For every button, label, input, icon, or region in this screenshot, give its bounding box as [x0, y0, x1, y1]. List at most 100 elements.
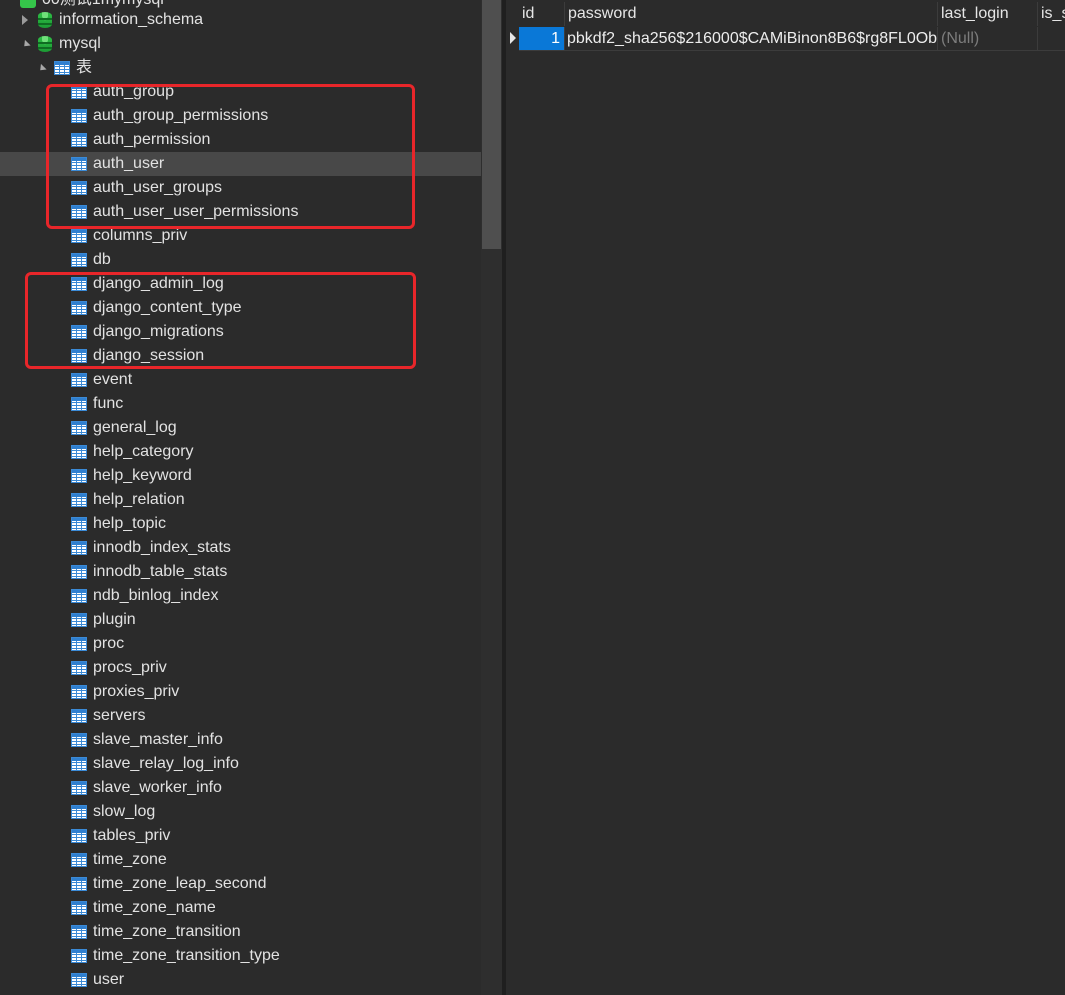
tree-table-django-migrations[interactable]: django_migrations	[0, 320, 481, 344]
tree-table-procs-priv[interactable]: procs_priv	[0, 656, 481, 680]
tree-table-slave-worker-info[interactable]: slave_worker_info	[0, 776, 481, 800]
table-label: help_relation	[93, 491, 185, 508]
table-label: django_content_type	[93, 299, 242, 316]
tree-table-innodb-index-stats[interactable]: innodb_index_stats	[0, 536, 481, 560]
table-icon	[71, 109, 87, 123]
table-label: time_zone_transition	[93, 923, 241, 940]
column-header-password[interactable]: password	[565, 2, 938, 26]
tree-table-servers[interactable]: servers	[0, 704, 481, 728]
tree-table-auth-permission[interactable]: auth_permission	[0, 128, 481, 152]
table-icon	[71, 301, 87, 315]
table-icon	[71, 853, 87, 867]
table-label: general_log	[93, 419, 177, 436]
tree-scrollbar[interactable]	[481, 0, 502, 995]
tree-table-tables-priv[interactable]: tables_priv	[0, 824, 481, 848]
table-label: auth_user	[93, 155, 165, 172]
tree-tables-group[interactable]: 表	[0, 56, 481, 80]
tree-table-slave-master-info[interactable]: slave_master_info	[0, 728, 481, 752]
expand-arrow-icon[interactable]	[22, 15, 28, 25]
database-icon	[38, 12, 52, 28]
tree-table-help-relation[interactable]: help_relation	[0, 488, 481, 512]
table-label: innodb_table_stats	[93, 563, 228, 580]
tree-table-innodb-table-stats[interactable]: innodb_table_stats	[0, 560, 481, 584]
column-header-id[interactable]: id	[519, 2, 565, 26]
data-grid[interactable]: id password last_login is_s 1 pbkdf2_sha…	[506, 0, 1065, 995]
table-label: ndb_binlog_index	[93, 587, 219, 604]
tree-table-django-content-type[interactable]: django_content_type	[0, 296, 481, 320]
table-label: auth_group_permissions	[93, 107, 269, 124]
table-icon	[71, 709, 87, 723]
column-header-last-login[interactable]: last_login	[938, 2, 1038, 26]
tree-table-ndb-binlog-index[interactable]: ndb_binlog_index	[0, 584, 481, 608]
table-label: django_admin_log	[93, 275, 224, 292]
tree-table-auth-user[interactable]: auth_user	[0, 152, 481, 176]
tree-table-auth-group-permissions[interactable]: auth_group_permissions	[0, 104, 481, 128]
tree-table-proc[interactable]: proc	[0, 632, 481, 656]
table-label: help_category	[93, 443, 194, 460]
table-icon	[71, 733, 87, 747]
grid-cell-is-s[interactable]	[1038, 27, 1065, 51]
table-icon	[71, 757, 87, 771]
tree-table-general-log[interactable]: general_log	[0, 416, 481, 440]
table-icon	[71, 205, 87, 219]
tree-table-plugin[interactable]: plugin	[0, 608, 481, 632]
table-icon	[71, 901, 87, 915]
table-icon	[71, 949, 87, 963]
table-icon	[71, 157, 87, 171]
tree-table-time-zone[interactable]: time_zone	[0, 848, 481, 872]
tree-table-help-category[interactable]: help_category	[0, 440, 481, 464]
tree-table-django-session[interactable]: django_session	[0, 344, 481, 368]
tree-db-mysql[interactable]: mysql	[0, 32, 481, 56]
tree-table-slow-log[interactable]: slow_log	[0, 800, 481, 824]
table-icon	[71, 661, 87, 675]
table-label: slave_master_info	[93, 731, 223, 748]
tree-table-event[interactable]: event	[0, 368, 481, 392]
table-label: event	[93, 371, 133, 388]
table-icon	[71, 973, 87, 987]
connection-icon	[20, 0, 36, 8]
table-label: auth_permission	[93, 131, 211, 148]
table-label: time_zone	[93, 851, 167, 868]
tree-table-auth-group[interactable]: auth_group	[0, 80, 481, 104]
tree-table-time-zone-transition[interactable]: time_zone_transition	[0, 920, 481, 944]
tables-group-label: 表	[76, 59, 93, 76]
table-icon	[71, 613, 87, 627]
table-icon	[71, 349, 87, 363]
tree-db-information-schema[interactable]: information_schema	[0, 8, 481, 32]
table-label: django_session	[93, 347, 205, 364]
tree-table-time-zone-name[interactable]: time_zone_name	[0, 896, 481, 920]
table-label: help_keyword	[93, 467, 192, 484]
tree-table-help-topic[interactable]: help_topic	[0, 512, 481, 536]
tree-table-db[interactable]: db	[0, 248, 481, 272]
collapse-arrow-icon[interactable]	[37, 63, 47, 74]
tree-table-proxies-priv[interactable]: proxies_priv	[0, 680, 481, 704]
table-label: columns_priv	[93, 227, 188, 244]
column-header-is-s[interactable]: is_s	[1038, 2, 1065, 26]
table-label: innodb_index_stats	[93, 539, 231, 556]
table-icon	[71, 373, 87, 387]
tree-table-user[interactable]: user	[0, 968, 481, 992]
grid-cell-last-login[interactable]: (Null)	[938, 27, 1038, 51]
table-label: django_migrations	[93, 323, 224, 340]
table-icon	[71, 325, 87, 339]
tree-table-django-admin-log[interactable]: django_admin_log	[0, 272, 481, 296]
table-label: db	[93, 251, 111, 268]
tree-table-help-keyword[interactable]: help_keyword	[0, 464, 481, 488]
table-icon	[71, 781, 87, 795]
object-tree-panel[interactable]: 00测试1mymysql information_schema mysql 表 …	[0, 0, 481, 995]
tree-table-func[interactable]: func	[0, 392, 481, 416]
tree-table-time-zone-leap-second[interactable]: time_zone_leap_second	[0, 872, 481, 896]
table-icon	[71, 517, 87, 531]
table-label: procs_priv	[93, 659, 167, 676]
collapse-arrow-icon[interactable]	[21, 39, 31, 50]
grid-cell-password[interactable]: pbkdf2_sha256$216000$CAMiBinon8B6$rg8FL0…	[565, 27, 938, 51]
tree-table-time-zone-transition-type[interactable]: time_zone_transition_type	[0, 944, 481, 968]
scrollbar-thumb[interactable]	[482, 0, 501, 249]
tree-table-auth-user-groups[interactable]: auth_user_groups	[0, 176, 481, 200]
table-icon	[71, 421, 87, 435]
table-label: help_topic	[93, 515, 166, 532]
tree-table-columns-priv[interactable]: columns_priv	[0, 224, 481, 248]
tree-table-auth-user-user-permissions[interactable]: auth_user_user_permissions	[0, 200, 481, 224]
tree-table-slave-relay-log-info[interactable]: slave_relay_log_info	[0, 752, 481, 776]
grid-cell-id[interactable]: 1	[519, 27, 565, 51]
